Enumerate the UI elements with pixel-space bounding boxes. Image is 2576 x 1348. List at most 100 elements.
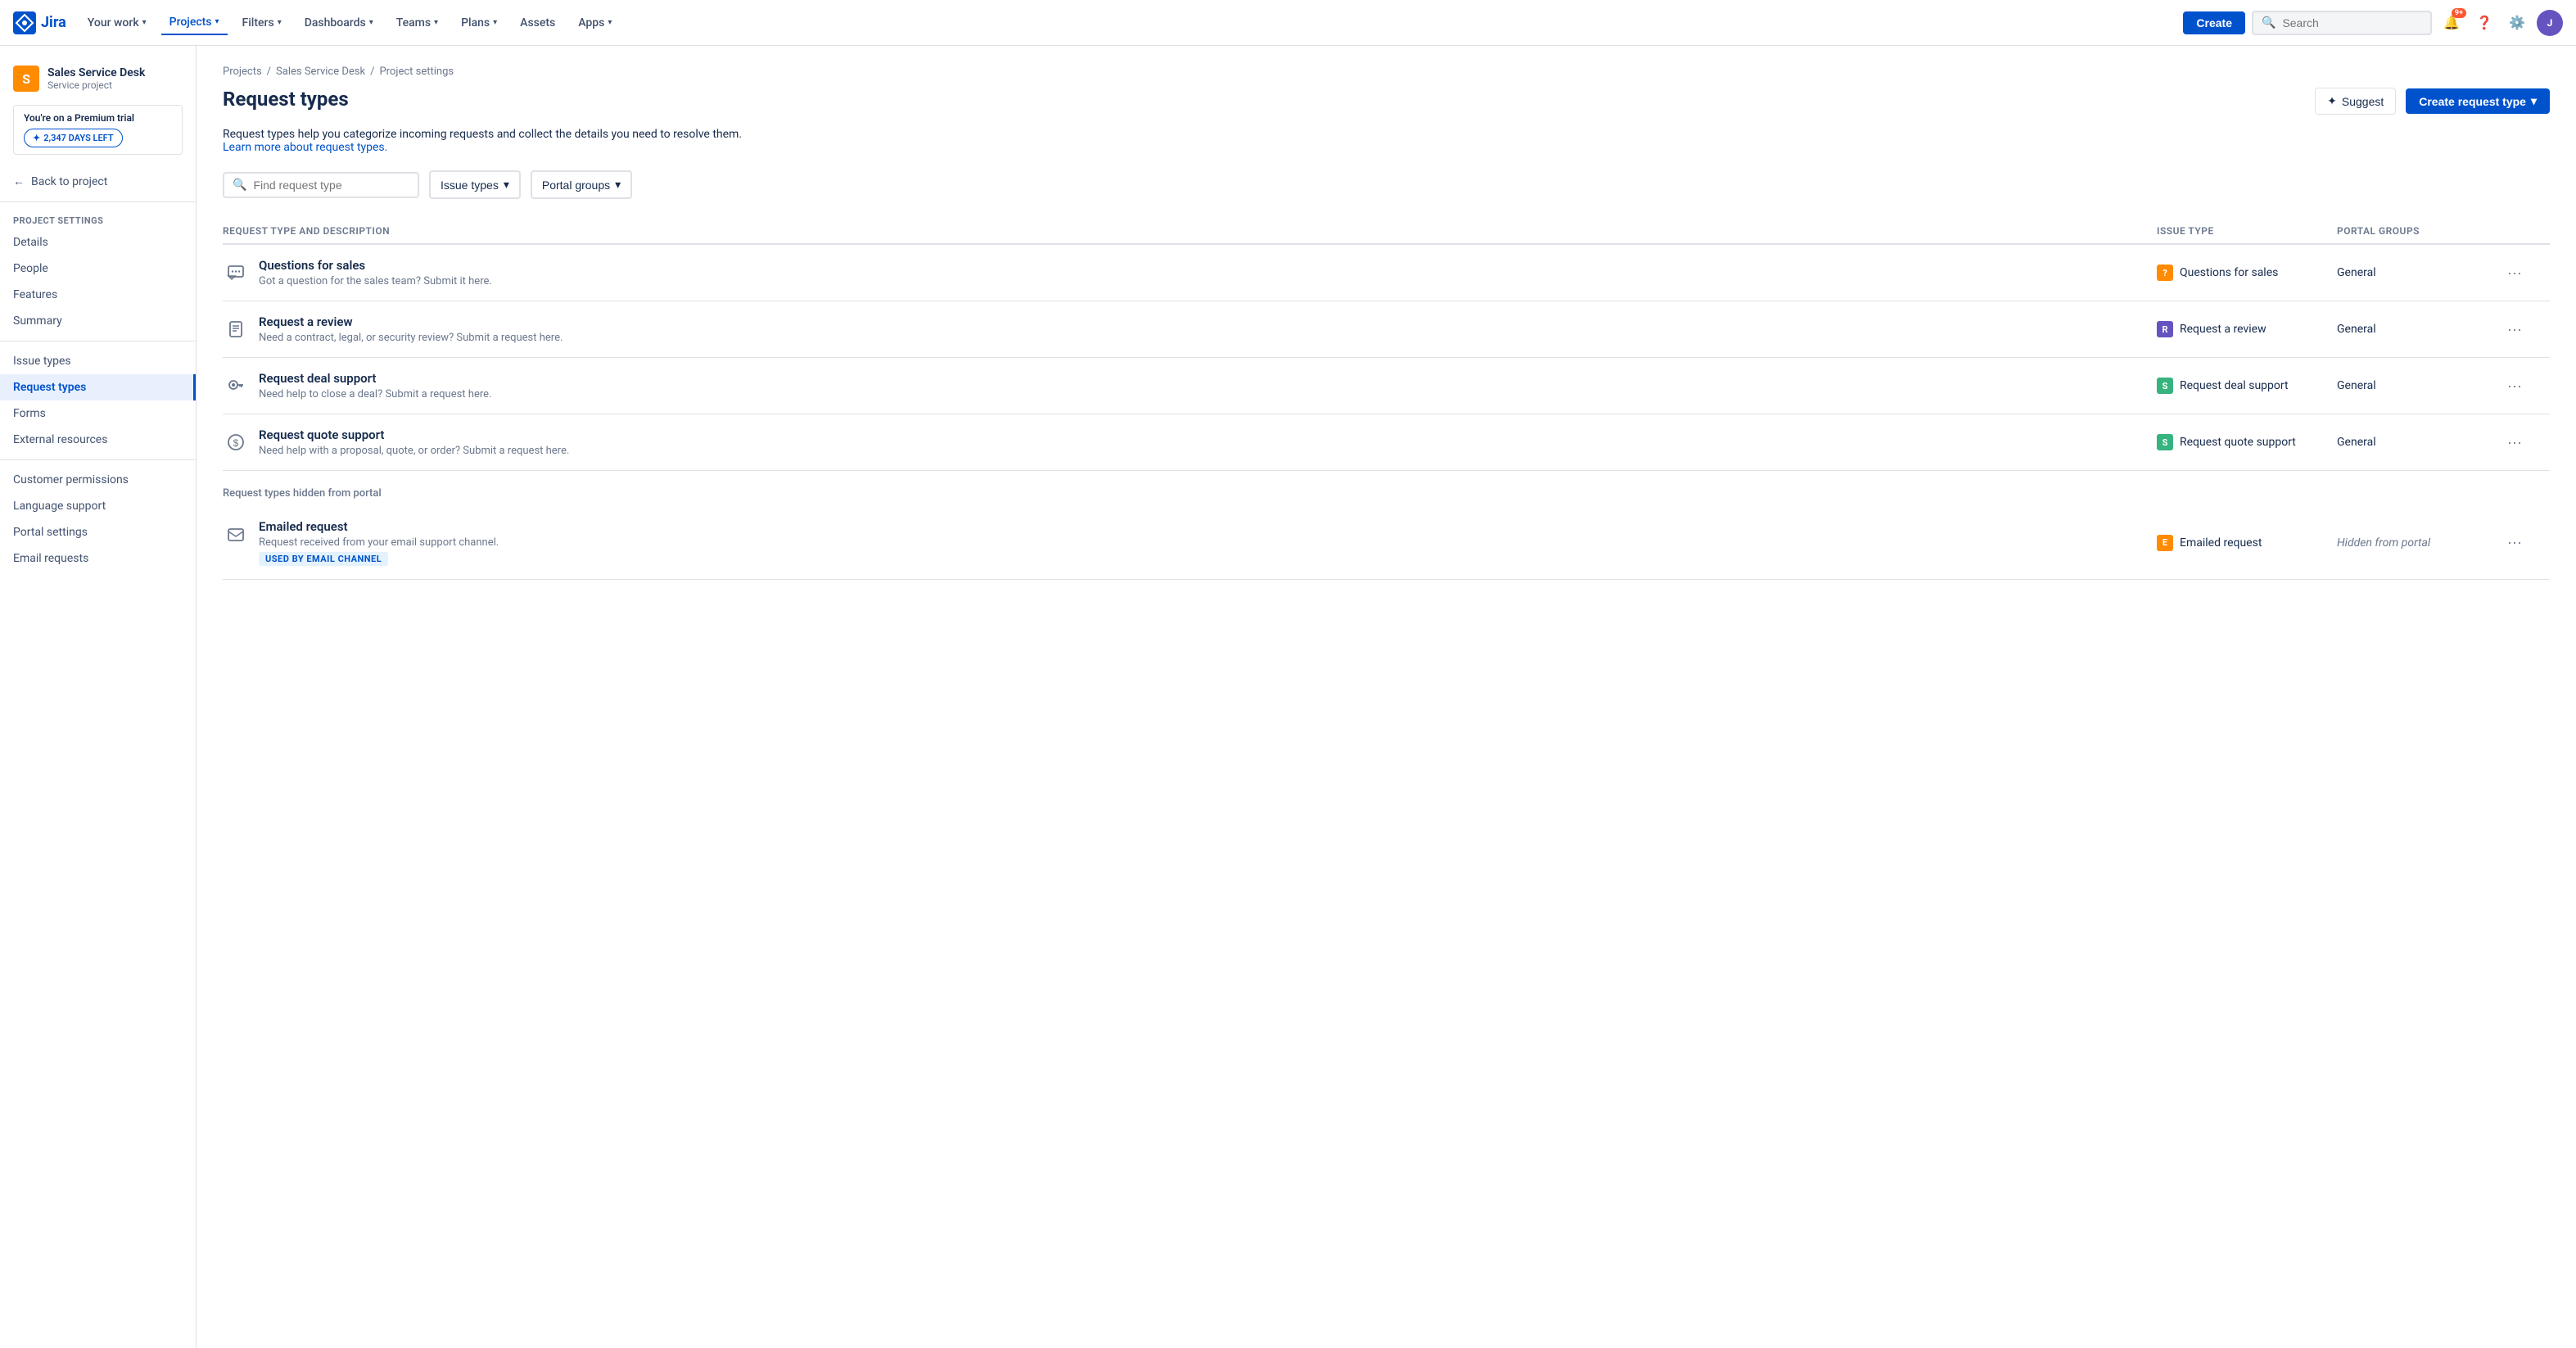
breadcrumb-sep-1: / — [267, 66, 271, 78]
table-row: Request a review Need a contract, legal,… — [223, 301, 2550, 358]
rt-info: Request deal support Need help to close … — [223, 371, 2157, 400]
col-issue-type: Issue type — [2157, 225, 2337, 237]
help-button[interactable]: ❓ — [2471, 10, 2497, 36]
sidebar-item-people[interactable]: People — [0, 256, 196, 282]
sidebar-project-name: Sales Service Desk — [47, 66, 145, 79]
sidebar-divider — [0, 201, 196, 202]
search-icon: 🔍 — [2262, 16, 2275, 29]
breadcrumb-projects[interactable]: Projects — [223, 66, 262, 78]
issue-type-cell: ? Questions for sales — [2157, 265, 2337, 281]
topnav-logo-label: Jira — [41, 14, 66, 31]
topnav-logo[interactable]: Jira — [13, 11, 66, 34]
table-row: $ Request quote support Need help with a… — [223, 414, 2550, 471]
sidebar-item-summary[interactable]: Summary — [0, 308, 196, 334]
topnav: Jira Your work ▾ Projects ▾ Filters ▾ Da… — [0, 0, 2576, 46]
table-row: Emailed request Request received from yo… — [223, 506, 2550, 580]
settings-button[interactable]: ⚙️ — [2504, 10, 2530, 36]
sidebar-item-details[interactable]: Details — [0, 229, 196, 256]
sidebar-item-features[interactable]: Features — [0, 282, 196, 308]
topnav-yourwork[interactable]: Your work ▾ — [79, 11, 155, 34]
col-actions — [2501, 225, 2550, 237]
topnav-create-button[interactable]: Create — [2183, 11, 2245, 34]
row-actions: ··· — [2501, 431, 2550, 455]
row-actions: ··· — [2501, 374, 2550, 398]
topnav-search-input[interactable] — [2282, 16, 2422, 29]
breadcrumb-service-desk[interactable]: Sales Service Desk — [276, 66, 365, 78]
sidebar-item-forms[interactable]: Forms — [0, 400, 196, 427]
search-icon: 🔍 — [233, 179, 246, 192]
rt-details: Request deal support Need help to close … — [259, 371, 491, 400]
col-request-type: Request type and description — [223, 225, 2157, 237]
create-request-type-button[interactable]: Create request type ▾ — [2406, 88, 2550, 114]
dashboards-chevron-icon: ▾ — [369, 18, 373, 27]
rt-desc: Need help with a proposal, quote, or ord… — [259, 445, 569, 457]
sparkle-icon: ✦ — [2327, 94, 2337, 108]
topnav-apps[interactable]: Apps ▾ — [570, 11, 620, 34]
svg-text:$: $ — [233, 437, 239, 449]
sidebar-project-header: S Sales Service Desk Service project — [0, 59, 196, 105]
sidebar-section-title: Project settings — [0, 209, 196, 229]
sidebar-trial-button[interactable]: ✦ 2,347 DAYS LEFT — [24, 129, 123, 147]
plans-chevron-icon: ▾ — [493, 18, 497, 27]
rt-name[interactable]: Emailed request — [259, 519, 499, 534]
sidebar-item-email-requests[interactable]: Email requests — [0, 545, 196, 572]
notifications-button[interactable]: 🔔 9+ — [2438, 10, 2465, 36]
table-header: Request type and description Issue type … — [223, 219, 2550, 245]
teams-chevron-icon: ▾ — [434, 18, 438, 27]
sidebar-back-button[interactable]: ← Back to project — [0, 168, 196, 195]
notification-badge: 9+ — [2452, 8, 2466, 18]
issue-type-cell: E Emailed request — [2157, 535, 2337, 551]
issue-types-filter-button[interactable]: Issue types ▾ — [429, 170, 521, 199]
rt-desc: Request received from your email support… — [259, 536, 499, 549]
sidebar-item-language-support[interactable]: Language support — [0, 493, 196, 519]
sidebar-item-issue-types[interactable]: Issue types — [0, 348, 196, 374]
portal-group-cell: General — [2337, 266, 2501, 279]
sidebar-divider-3 — [0, 459, 196, 460]
issue-type-cell: S Request deal support — [2157, 378, 2337, 394]
more-options-button[interactable]: ··· — [2501, 261, 2529, 285]
sidebar-item-request-types[interactable]: Request types — [0, 374, 196, 400]
rt-name[interactable]: Request a review — [259, 314, 563, 329]
rt-name[interactable]: Request quote support — [259, 427, 569, 442]
topnav-dashboards[interactable]: Dashboards ▾ — [296, 11, 382, 34]
more-options-button[interactable]: ··· — [2501, 531, 2529, 554]
sidebar-item-external-resources[interactable]: External resources — [0, 427, 196, 453]
portal-group-cell: General — [2337, 436, 2501, 449]
rt-desc: Need a contract, legal, or security revi… — [259, 332, 563, 344]
find-request-type-input[interactable] — [253, 179, 409, 192]
col-portal-groups: Portal groups — [2337, 225, 2501, 237]
star-icon: ✦ — [33, 133, 40, 143]
topnav-projects[interactable]: Projects ▾ — [161, 11, 228, 35]
suggest-button[interactable]: ✦ Suggest — [2315, 88, 2396, 115]
row-actions: ··· — [2501, 531, 2550, 554]
user-avatar[interactable]: J — [2537, 10, 2563, 36]
sidebar-item-customer-permissions[interactable]: Customer permissions — [0, 467, 196, 493]
sidebar-item-portal-settings[interactable]: Portal settings — [0, 519, 196, 545]
topnav-filters[interactable]: Filters ▾ — [234, 11, 290, 34]
email-channel-badge: USED BY EMAIL CHANNEL — [259, 552, 388, 566]
page-wrapper: S Sales Service Desk Service project You… — [0, 46, 2576, 1348]
topnav-plans[interactable]: Plans ▾ — [453, 11, 505, 34]
topnav-assets[interactable]: Assets — [512, 11, 563, 34]
main-content: Projects / Sales Service Desk / Project … — [197, 46, 2576, 1348]
issue-types-chevron-icon: ▾ — [504, 178, 509, 192]
portal-group-cell: Hidden from portal — [2337, 536, 2501, 550]
project-icon: S — [13, 66, 39, 92]
portal-group-cell: General — [2337, 323, 2501, 336]
yourwork-chevron-icon: ▾ — [142, 18, 147, 27]
portal-groups-filter-button[interactable]: Portal groups ▾ — [531, 170, 632, 199]
projects-chevron-icon: ▾ — [215, 17, 219, 26]
rt-name[interactable]: Request deal support — [259, 371, 491, 386]
issue-type-cell: S Request quote support — [2157, 434, 2337, 450]
issue-type-cell: R Request a review — [2157, 321, 2337, 337]
table-row: Questions for sales Got a question for t… — [223, 245, 2550, 301]
sidebar-divider-2 — [0, 341, 196, 342]
learn-more-link[interactable]: Learn more about request types. — [223, 141, 387, 154]
topnav-teams[interactable]: Teams ▾ — [388, 11, 446, 34]
more-options-button[interactable]: ··· — [2501, 431, 2529, 455]
breadcrumb-project-settings[interactable]: Project settings — [379, 66, 454, 78]
more-options-button[interactable]: ··· — [2501, 374, 2529, 398]
rt-name[interactable]: Questions for sales — [259, 258, 492, 273]
rt-icon-document — [223, 316, 249, 342]
more-options-button[interactable]: ··· — [2501, 318, 2529, 342]
